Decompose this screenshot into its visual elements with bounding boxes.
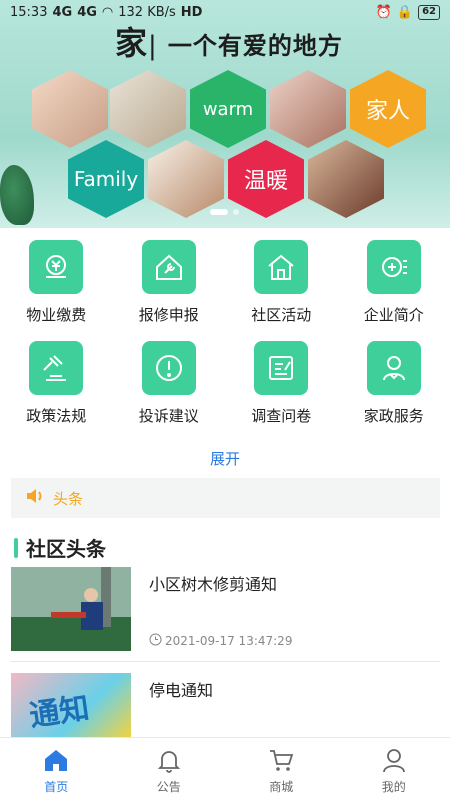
service-label: 社区活动 bbox=[251, 306, 312, 324]
status-bar: 15:33 4G 4G ◠ 132 KB/s HD ⏰ 🔒 62 bbox=[0, 0, 450, 24]
service-property-fee[interactable]: 物业缴费 bbox=[0, 240, 113, 325]
speaker-icon bbox=[25, 487, 45, 509]
banner-hex-wennuan: 温暖 bbox=[228, 140, 304, 218]
news-item[interactable]: 小区树木修剪通知 2021-09-17 13:47:29 bbox=[11, 567, 440, 651]
service-survey[interactable]: 调查问卷 bbox=[225, 341, 338, 426]
clock-icon bbox=[149, 633, 162, 649]
repair-icon bbox=[141, 240, 196, 294]
enterprise-icon bbox=[366, 240, 421, 294]
home-icon bbox=[45, 750, 68, 771]
banner-photo-baby bbox=[270, 70, 346, 148]
service-activity[interactable]: 社区活动 bbox=[225, 240, 338, 325]
bottom-tab-bar: 首页 公告 商城 我的 bbox=[0, 737, 450, 800]
service-label: 投诉建议 bbox=[138, 407, 199, 425]
gavel-icon bbox=[29, 341, 84, 395]
service-housekeeping[interactable]: 家政服务 bbox=[338, 341, 450, 426]
service-label: 家政服务 bbox=[363, 407, 424, 425]
service-grid: 物业缴费 报修申报 社区活动 企业简介 政策法规 投诉建议 调查问卷 家政服务 bbox=[0, 240, 450, 426]
carousel-dot bbox=[233, 209, 239, 215]
section-title: 社区头条 bbox=[26, 537, 106, 561]
carousel-indicator bbox=[210, 209, 239, 215]
news-title: 停电通知 bbox=[149, 681, 214, 700]
wifi-icon: ◠ bbox=[101, 4, 114, 20]
section-accent-bar bbox=[14, 537, 18, 558]
housekeeper-icon bbox=[366, 341, 421, 395]
banner-photo-hands bbox=[148, 140, 224, 218]
headline-notice-bar[interactable]: 头条 bbox=[11, 478, 440, 518]
notice-label: 头条 bbox=[53, 489, 84, 508]
signal-icon-2: 4G bbox=[77, 4, 97, 20]
house-icon bbox=[254, 240, 309, 294]
news-thumbnail bbox=[11, 567, 131, 651]
alert-icon bbox=[141, 341, 196, 395]
service-label: 调查问卷 bbox=[251, 407, 312, 425]
service-repair[interactable]: 报修申报 bbox=[113, 240, 226, 325]
banner-title: 家| 一个有爱的地方 bbox=[115, 24, 343, 62]
alarm-icon: ⏰ bbox=[375, 4, 392, 20]
thumbnail-text: 通知 bbox=[27, 690, 92, 734]
tab-label: 我的 bbox=[381, 780, 406, 794]
expand-button[interactable]: 展开 bbox=[0, 448, 450, 469]
banner-hex-warm: warm bbox=[190, 70, 266, 148]
news-title: 小区树木修剪通知 bbox=[149, 575, 278, 594]
banner-hex-jiaren: 家人 bbox=[350, 70, 426, 148]
tab-mall[interactable]: 商城 bbox=[225, 738, 338, 800]
user-icon bbox=[382, 749, 405, 773]
tab-notice[interactable]: 公告 bbox=[113, 738, 226, 800]
hd-icon: HD bbox=[180, 4, 203, 20]
service-label: 政策法规 bbox=[26, 407, 87, 425]
news-timestamp: 2021-09-17 13:47:29 bbox=[149, 633, 292, 649]
cart-icon bbox=[270, 750, 294, 771]
carousel-dot-active bbox=[210, 209, 228, 215]
tab-label: 首页 bbox=[44, 780, 69, 794]
status-time: 15:33 bbox=[10, 4, 48, 20]
tab-home[interactable]: 首页 bbox=[0, 738, 113, 800]
banner-hex-family: Family bbox=[68, 140, 144, 218]
network-speed: 132 KB/s bbox=[118, 4, 176, 20]
service-label: 物业缴费 bbox=[26, 306, 87, 324]
banner-photo-family bbox=[32, 70, 108, 148]
survey-icon bbox=[254, 341, 309, 395]
service-complaint[interactable]: 投诉建议 bbox=[113, 341, 226, 426]
banner-photo-vase bbox=[110, 70, 186, 148]
bell-icon bbox=[157, 751, 180, 773]
banner-plant bbox=[0, 165, 34, 225]
service-policy[interactable]: 政策法规 bbox=[0, 341, 113, 426]
service-label: 企业简介 bbox=[363, 306, 424, 324]
news-divider bbox=[11, 661, 440, 662]
tab-label: 公告 bbox=[156, 780, 181, 794]
battery-icon: 62 bbox=[418, 4, 440, 20]
payment-icon bbox=[29, 240, 84, 294]
news-item[interactable]: 通知 停电通知 bbox=[11, 673, 440, 737]
banner-carousel[interactable]: 家| 一个有爱的地方 warm 家人 Family 温暖 bbox=[0, 0, 450, 228]
service-label: 报修申报 bbox=[138, 306, 199, 324]
service-enterprise[interactable]: 企业简介 bbox=[338, 240, 450, 325]
tab-mine[interactable]: 我的 bbox=[338, 738, 450, 800]
news-thumbnail: 通知 bbox=[11, 673, 131, 737]
tab-label: 商城 bbox=[269, 780, 294, 794]
signal-icon: 4G bbox=[52, 4, 73, 20]
banner-photo-heart bbox=[308, 140, 384, 218]
section-header: 社区头条 bbox=[14, 533, 106, 562]
lock-icon: 🔒 bbox=[396, 4, 414, 20]
